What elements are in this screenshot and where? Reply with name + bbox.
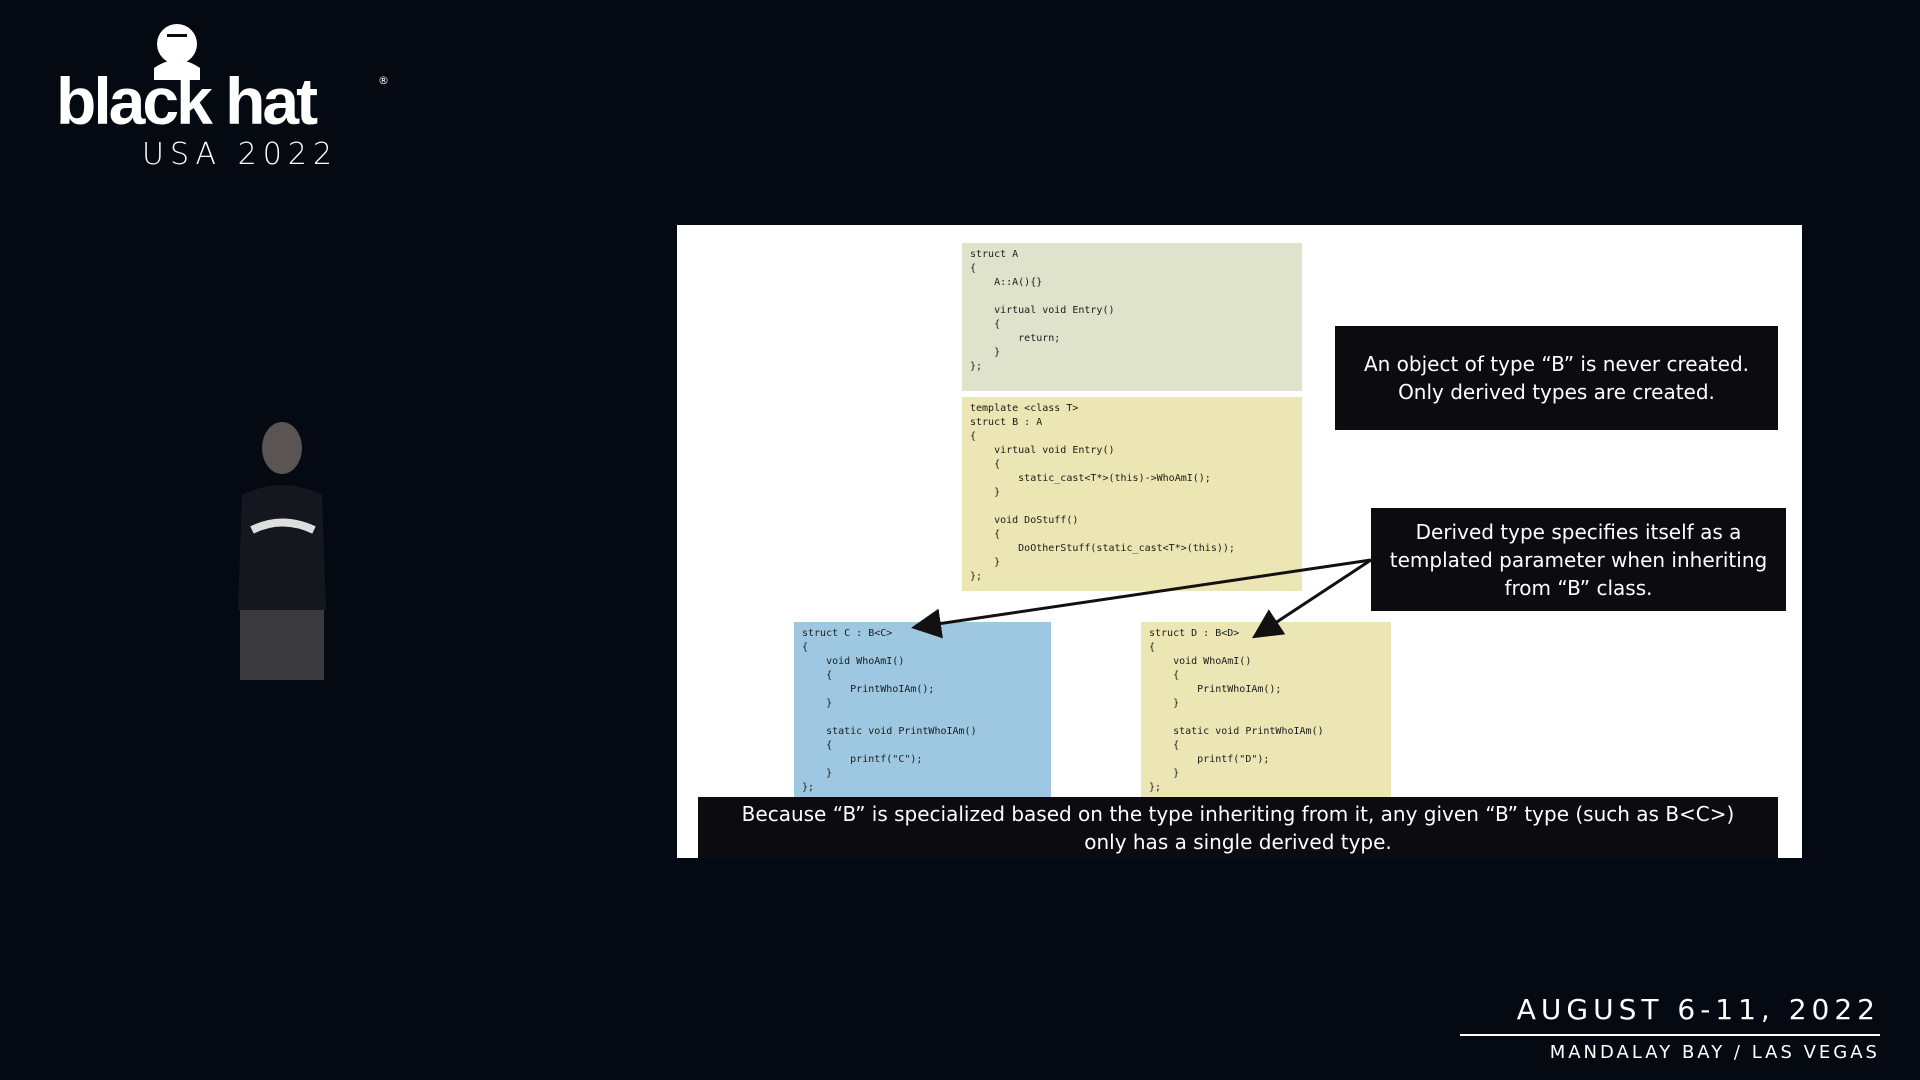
speaker-figure (238, 422, 326, 680)
logo-wordmark: black hat (56, 64, 318, 138)
arrow-to-struct-d (1251, 558, 1372, 639)
event-dates: AUGUST 6-11, 2022 (1460, 996, 1880, 1036)
callout-never-created-text: An object of type “B” is never created. … (1363, 352, 1750, 404)
black-hat-logo: black hat ® USA 2022 (56, 22, 396, 170)
registered-mark: ® (378, 74, 389, 87)
callout-templated-parameter: Derived type specifies itself as a templ… (1371, 508, 1786, 611)
presentation-slide: struct A { A::A(){} virtual void Entry()… (677, 225, 1802, 858)
arrow-to-struct-c (911, 558, 1372, 639)
event-info: AUGUST 6-11, 2022 MANDALAY BAY / LAS VEG… (1460, 996, 1880, 1062)
callout-single-derived-type-text: Because “B” is specialized based on the … (741, 801, 1735, 854)
callout-templated-parameter-text: Derived type specifies itself as a templ… (1389, 519, 1768, 600)
logo-subtitle: USA 2022 (142, 137, 338, 172)
event-venue: MANDALAY BAY / LAS VEGAS (1549, 1042, 1880, 1063)
callout-single-derived-type: Because “B” is specialized based on the … (698, 797, 1778, 858)
callout-never-created: An object of type “B” is never created. … (1335, 326, 1778, 430)
